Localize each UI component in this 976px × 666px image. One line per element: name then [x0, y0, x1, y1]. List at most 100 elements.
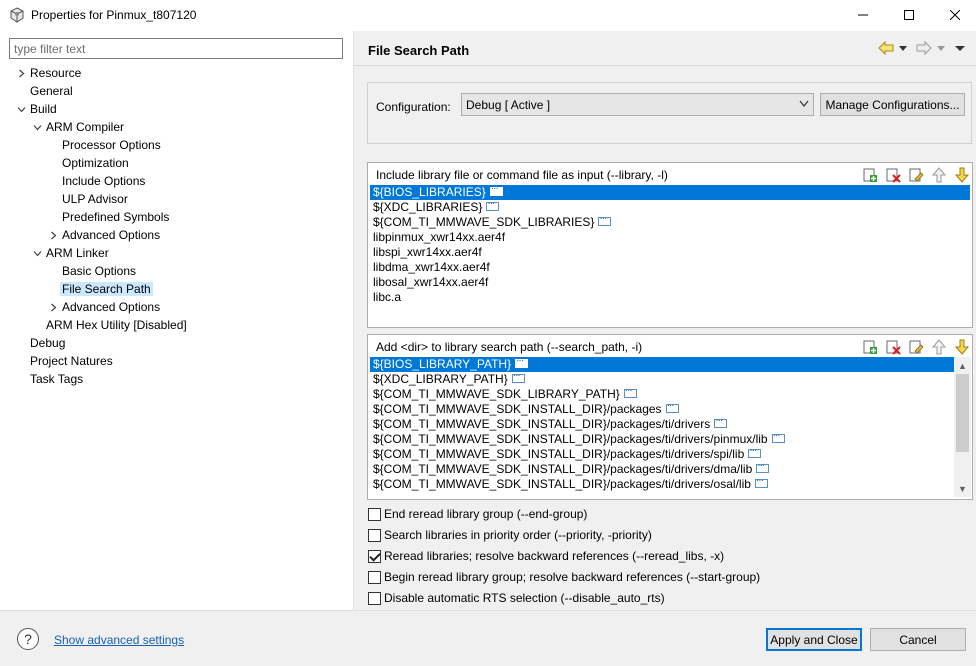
variable-ellipsis-icon[interactable] [486, 196, 500, 212]
list-item[interactable]: ${COM_TI_MMWAVE_SDK_INSTALL_DIR}/package… [370, 428, 954, 447]
chevron-right-icon[interactable] [46, 298, 60, 316]
list-item[interactable]: ${COM_TI_MMWAVE_SDK_INSTALL_DIR}/package… [370, 398, 954, 417]
list-item[interactable]: ${COM_TI_MMWAVE_SDK_INSTALL_DIR}/package… [370, 473, 954, 492]
variable-ellipsis-icon[interactable] [598, 211, 612, 227]
list-item[interactable]: libpinmux_xwr14xx.aer4f [370, 230, 970, 245]
list-item[interactable]: ${COM_TI_MMWAVE_SDK_LIBRARY_PATH} [370, 383, 954, 402]
variable-ellipsis-icon[interactable] [623, 383, 637, 399]
checkbox-icon[interactable] [368, 528, 381, 542]
list-item[interactable]: ${BIOS_LIBRARIES} [370, 185, 970, 200]
option-checkbox-row[interactable]: Disable automatic RTS selection (--disab… [368, 590, 665, 606]
variable-ellipsis-icon[interactable] [754, 473, 768, 489]
list-item[interactable]: libdma_xwr14xx.aer4f [370, 260, 970, 275]
tree-item[interactable]: Project Natures [30, 352, 113, 370]
option-checkbox-row[interactable]: Reread libraries; resolve backward refer… [368, 548, 724, 564]
list-item[interactable]: libosal_xwr14xx.aer4f [370, 275, 970, 290]
add-icon[interactable] [862, 167, 878, 183]
list-item[interactable]: ${XDC_LIBRARIES} [370, 196, 970, 215]
filter-field[interactable] [9, 38, 343, 59]
list-item[interactable]: ${COM_TI_MMWAVE_SDK_LIBRARIES} [370, 211, 970, 230]
move-down-icon[interactable] [954, 167, 970, 183]
list-item[interactable]: ${COM_TI_MMWAVE_SDK_INSTALL_DIR}/package… [370, 443, 954, 462]
search-path-list[interactable]: ${BIOS_LIBRARY_PATH}${XDC_LIBRARY_PATH}$… [370, 357, 954, 497]
tree-item-label: Predefined Symbols [62, 210, 170, 224]
option-checkbox-row[interactable]: Begin reread library group; resolve back… [368, 569, 760, 585]
back-nav[interactable] [878, 40, 908, 56]
tree-item[interactable]: Task Tags [30, 370, 83, 388]
tree-item[interactable]: ARM Linker [33, 244, 109, 262]
manage-configurations-button[interactable]: Manage Configurations... [820, 93, 965, 116]
minimize-button[interactable] [840, 0, 886, 30]
tree-item[interactable]: Basic Options [62, 262, 136, 280]
tree-item[interactable]: Processor Options [62, 136, 161, 154]
checkbox-icon[interactable] [368, 507, 381, 521]
variable-ellipsis-icon[interactable] [489, 185, 503, 197]
title-bar: Properties for Pinmux_t807120 [0, 0, 976, 31]
chevron-down-icon[interactable] [14, 100, 28, 118]
dialog-button-bar: ? Show advanced settings Apply and Close… [0, 610, 976, 666]
chevron-right-icon[interactable] [46, 226, 60, 244]
list-item[interactable]: ${COM_TI_MMWAVE_SDK_INSTALL_DIR}/package… [370, 458, 954, 477]
filter-input[interactable] [10, 39, 342, 58]
variable-ellipsis-icon[interactable] [756, 458, 770, 474]
checkbox-checked-icon[interactable] [368, 549, 381, 563]
list-item-text: ${BIOS_LIBRARIES} [373, 185, 486, 199]
scroll-down-icon[interactable]: ▼ [954, 480, 971, 497]
tree-item[interactable]: ARM Compiler [33, 118, 124, 136]
list-item[interactable]: ${COM_TI_MMWAVE_SDK_INSTALL_DIR}/package… [370, 413, 954, 432]
list-item[interactable]: libspi_xwr14xx.aer4f [370, 245, 970, 260]
tree-item[interactable]: Include Options [62, 172, 145, 190]
scroll-up-icon[interactable]: ▲ [954, 357, 971, 374]
tree-item[interactable]: Optimization [62, 154, 129, 172]
tree-item[interactable]: Predefined Symbols [62, 208, 169, 226]
tree-item[interactable]: ARM Hex Utility [Disabled] [46, 316, 187, 334]
view-menu[interactable] [954, 40, 966, 56]
scrollbar-thumb[interactable] [956, 374, 969, 452]
edit-icon[interactable] [908, 167, 924, 183]
variable-ellipsis-icon[interactable] [665, 398, 679, 414]
variable-ellipsis-icon[interactable] [714, 413, 728, 429]
cancel-button[interactable]: Cancel [870, 628, 966, 651]
list-item[interactable]: ${BIOS_LIBRARY_PATH} [370, 357, 954, 372]
delete-icon[interactable] [885, 167, 901, 183]
apply-and-close-button[interactable]: Apply and Close [766, 628, 862, 651]
close-icon [950, 10, 960, 20]
list-item[interactable]: libc.a [370, 290, 970, 305]
checkbox-icon[interactable] [368, 591, 381, 605]
edit-icon[interactable] [908, 339, 924, 355]
tree-item[interactable]: Resource [18, 64, 81, 82]
delete-icon[interactable] [885, 339, 901, 355]
list-item[interactable]: ${XDC_LIBRARY_PATH} [370, 368, 954, 387]
move-up-icon[interactable] [931, 167, 947, 183]
variable-ellipsis-icon[interactable] [515, 357, 529, 369]
tree-item[interactable]: General [30, 82, 73, 100]
chevron-down-icon[interactable] [30, 244, 44, 262]
variable-ellipsis-icon[interactable] [748, 443, 762, 459]
tree-item[interactable]: Debug [30, 334, 65, 352]
library-list[interactable]: ${BIOS_LIBRARIES}${XDC_LIBRARIES}${COM_T… [370, 185, 970, 325]
show-advanced-settings-link[interactable]: Show advanced settings [54, 633, 184, 647]
tree-item[interactable]: Advanced Options [50, 226, 160, 244]
tree-item[interactable]: File Search Path [60, 280, 153, 298]
option-checkbox-row[interactable]: Search libraries in priority order (--pr… [368, 527, 652, 543]
tree-item[interactable]: Advanced Options [50, 298, 160, 316]
option-checkbox-row[interactable]: End reread library group (--end-group) [368, 506, 587, 522]
add-icon[interactable] [862, 339, 878, 355]
search-path-scrollbar[interactable]: ▲ ▼ [954, 357, 971, 497]
chevron-right-icon[interactable] [14, 64, 28, 82]
maximize-button[interactable] [886, 0, 932, 30]
property-page: File Search Path Configuration: Debug [ … [354, 31, 976, 610]
chevron-down-icon[interactable] [30, 118, 44, 136]
tree-item[interactable]: ULP Advisor [62, 190, 128, 208]
forward-nav[interactable] [916, 40, 946, 56]
close-button[interactable] [932, 0, 976, 30]
move-up-icon[interactable] [931, 339, 947, 355]
variable-ellipsis-icon[interactable] [771, 428, 785, 444]
tree-item[interactable]: Build [17, 100, 57, 118]
tree-item-label: Basic Options [62, 264, 137, 278]
help-icon[interactable]: ? [17, 628, 39, 650]
variable-ellipsis-icon[interactable] [511, 368, 525, 384]
checkbox-icon[interactable] [368, 570, 381, 584]
configuration-select[interactable]: Debug [ Active ] [461, 93, 814, 116]
move-down-icon[interactable] [954, 339, 970, 355]
